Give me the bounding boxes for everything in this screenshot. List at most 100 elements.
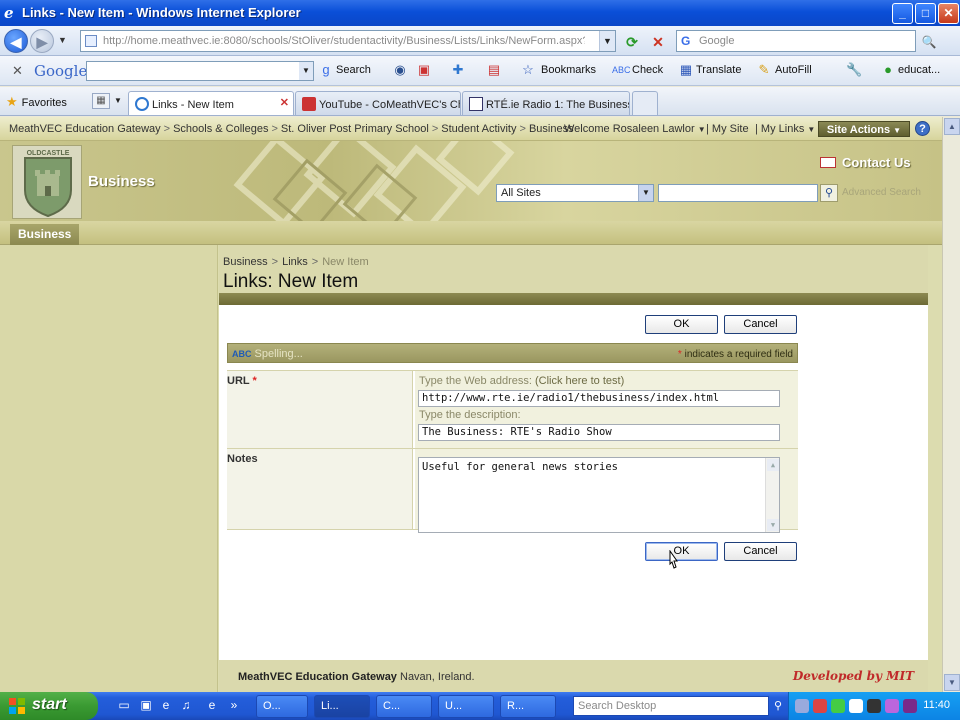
site-actions-menu[interactable]: Site Actions ▼ [818, 121, 910, 137]
my-site-link[interactable]: | My Site [706, 123, 749, 135]
google-search-input[interactable]: ▼ [86, 61, 314, 81]
breadcrumb-link[interactable]: St. Oliver Post Primary School [281, 123, 429, 135]
ie-quicklaunch-icon[interactable]: e [158, 697, 174, 713]
page-title: Links: New Item [223, 271, 359, 292]
forward-button[interactable]: ▶ [30, 29, 54, 53]
autofill-button[interactable]: AutoFill [775, 64, 812, 76]
welcome-menu[interactable]: Welcome Rosaleen Lawlor ▼ [564, 123, 706, 135]
chevron-down-icon[interactable]: ▼ [638, 185, 653, 201]
taskbar-item[interactable]: R... [500, 695, 556, 718]
taskbar-item[interactable]: U... [438, 695, 494, 718]
favorites-button[interactable]: ★ Favorites [6, 94, 67, 110]
tab-youtube[interactable]: YouTube - CoMeathVEC's Ch... [295, 91, 461, 115]
cancel-button-top[interactable]: Cancel [724, 315, 797, 334]
tray-app-icon[interactable] [903, 699, 917, 713]
breadcrumb-link[interactable]: Links [282, 256, 308, 268]
my-links-label: My Links [760, 123, 805, 135]
breadcrumb-link[interactable]: Student Activity [441, 123, 516, 135]
stop-icon[interactable]: ✕ [648, 32, 668, 52]
nav-tab-business[interactable]: Business [10, 224, 80, 245]
quick-tabs-icon[interactable]: ▦ [92, 93, 110, 109]
page-scrollbar[interactable]: ▲ ▼ [942, 117, 960, 692]
tray-app-icon[interactable] [831, 699, 845, 713]
notes-textarea[interactable]: Useful for general news stories ▲ ▼ [418, 457, 780, 533]
ok-button-bottom[interactable]: OK [645, 542, 718, 561]
ie-logo-icon: e [4, 4, 14, 22]
desktop-search-input[interactable]: Search Desktop [573, 696, 769, 716]
scroll-down-icon[interactable]: ▼ [944, 674, 960, 691]
taskbar-item[interactable]: Li... [314, 695, 370, 718]
my-links-menu[interactable]: | My Links ▼ [755, 123, 815, 135]
system-tray: 11:40 [788, 692, 960, 720]
google-logo: Google [34, 62, 88, 80]
search-icon[interactable]: ⚲ [820, 184, 838, 202]
crest-text: OLDCASTLE [27, 150, 70, 157]
ie-quicklaunch-icon[interactable]: e [204, 697, 220, 713]
start-button[interactable]: start [0, 692, 98, 720]
address-field[interactable]: http://home.meathvec.ie:8080/schools/StO… [80, 30, 616, 52]
ok-button-top[interactable]: OK [645, 315, 718, 334]
tab-list-dropdown-icon[interactable]: ▼ [114, 96, 122, 105]
google-search-button[interactable]: Search [336, 64, 371, 76]
taskbar-item[interactable]: C... [376, 695, 432, 718]
close-button[interactable]: ✕ [938, 3, 959, 24]
plus-icon[interactable]: ✚ [450, 62, 466, 78]
site-search-input[interactable] [658, 184, 818, 202]
cancel-button-bottom[interactable]: Cancel [724, 542, 797, 561]
search-scope-select[interactable]: All Sites ▼ [496, 184, 654, 202]
tray-app-icon[interactable] [813, 699, 827, 713]
quicklaunch-icon[interactable]: ▣ [138, 697, 154, 713]
tray-app-icon[interactable] [849, 699, 863, 713]
refresh-icon[interactable]: ⟳ [622, 32, 642, 52]
history-dropdown-icon[interactable]: ▼ [58, 35, 67, 45]
tray-app-icon[interactable] [885, 699, 899, 713]
scroll-up-icon[interactable]: ▲ [944, 118, 960, 135]
search-icon[interactable]: 🔍 [918, 32, 940, 52]
scroll-up-icon[interactable]: ▲ [767, 459, 779, 471]
minimize-button[interactable]: _ [892, 3, 913, 24]
media-quicklaunch-icon[interactable]: ♫ [178, 697, 194, 713]
advanced-search-link[interactable]: Advanced Search [842, 187, 921, 198]
breadcrumb-link[interactable]: MeathVEC Education Gateway [9, 123, 161, 135]
notes-scrollbar[interactable]: ▲ ▼ [765, 458, 779, 532]
tab-links-new-item[interactable]: Links - New Item ✕ [128, 91, 294, 115]
test-link[interactable]: (Click here to test) [535, 375, 624, 387]
taskbar-item[interactable]: O... [256, 695, 308, 718]
contact-us-link[interactable]: Contact Us [820, 155, 911, 170]
globe-icon[interactable]: ◉ [392, 62, 408, 78]
spelling-button[interactable]: ABC Spelling... [232, 348, 303, 360]
help-icon[interactable]: ? [915, 121, 930, 136]
tray-app-icon[interactable] [867, 699, 881, 713]
translate-button[interactable]: Translate [696, 64, 741, 76]
breadcrumb-link[interactable]: Business [223, 256, 268, 268]
developed-by: Developed by MIT [792, 669, 914, 683]
close-toolbar-icon[interactable]: ✕ [12, 63, 23, 79]
quicklaunch-icon[interactable]: ▭ [116, 697, 132, 713]
tab-rte[interactable]: RTÉ.ie Radio 1: The Business [462, 91, 630, 115]
scroll-down-icon[interactable]: ▼ [767, 519, 779, 531]
back-button[interactable]: ◀ [4, 29, 28, 53]
chevron-down-icon[interactable]: ▼ [299, 62, 313, 80]
tray-back-icon[interactable] [795, 699, 809, 713]
chevron-right-icon[interactable]: » [226, 697, 242, 713]
browser-search-input[interactable]: G Google [676, 30, 916, 52]
popup-blocker-icon[interactable]: ▣ [416, 62, 432, 78]
breadcrumb-link[interactable]: Schools & Colleges [173, 123, 268, 135]
url-description-input[interactable]: The Business: RTE's Radio Show [418, 424, 780, 441]
check-button[interactable]: Check [632, 64, 663, 76]
pagerank-icon[interactable]: ▤ [486, 62, 502, 78]
address-url[interactable]: http://home.meathvec.ie:8080/schools/StO… [103, 35, 585, 47]
breadcrumb: MeathVEC Education Gateway > Schools & Col… [9, 123, 574, 135]
account-button[interactable]: educat... [898, 64, 940, 76]
site-title[interactable]: Business [88, 173, 155, 190]
new-tab-button[interactable] [632, 91, 658, 115]
search-icon[interactable]: ⚲ [770, 697, 786, 715]
wrench-icon[interactable]: 🔧 [846, 62, 862, 78]
url-address-input[interactable]: http://www.rte.ie/radio1/thebusiness/ind… [418, 390, 780, 407]
url-field-label: URL * [227, 371, 413, 448]
close-tab-icon[interactable]: ✕ [280, 96, 289, 109]
maximize-button[interactable]: □ [915, 3, 936, 24]
address-dropdown-icon[interactable]: ▼ [599, 31, 615, 51]
google-g-icon: g [322, 62, 330, 77]
bookmarks-button[interactable]: Bookmarks [541, 64, 596, 76]
